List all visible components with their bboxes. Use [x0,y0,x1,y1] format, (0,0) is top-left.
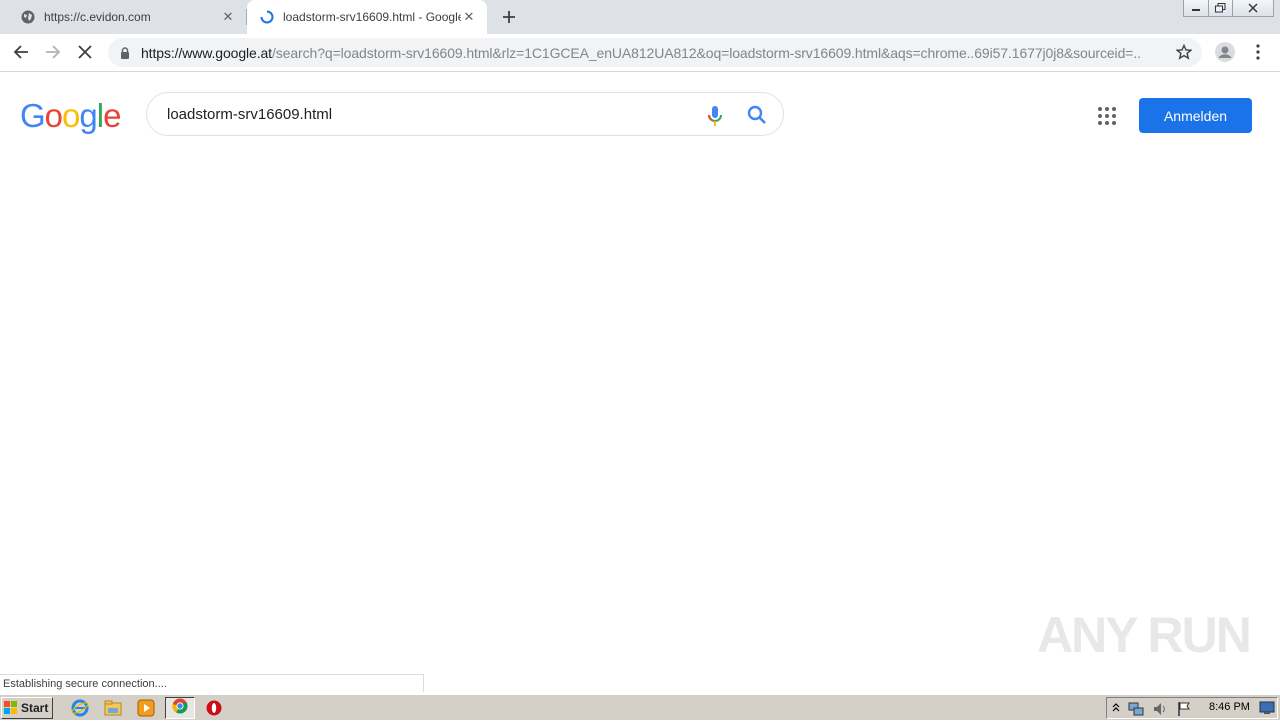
tab-title: https://c.evidon.com [44,10,151,24]
close-icon[interactable]: ✕ [220,9,236,25]
tab-google-search[interactable]: loadstorm-srv16609.html - Google-S ✕ [247,0,487,34]
back-button[interactable] [9,40,33,64]
logo-letter: g [79,97,97,134]
logo-letter: e [103,97,121,134]
tab-evidon[interactable]: https://c.evidon.com ✕ [0,0,246,34]
tab-title: loadstorm-srv16609.html - Google-S [283,10,461,24]
close-icon[interactable]: ✕ [461,9,477,25]
volume-icon[interactable] [1152,701,1168,722]
tab-strip: https://c.evidon.com ✕ loadstorm-srv1660… [0,0,1280,34]
url-host: https://www.google.at [141,45,272,61]
show-desktop-icon[interactable] [1259,701,1275,720]
logo-letter: o [44,97,63,134]
sign-in-button[interactable]: Anmelden [1139,98,1252,133]
microphone-icon[interactable] [707,105,723,132]
menu-kebab-icon[interactable] [1246,40,1270,64]
taskbar-clock: 8:46 PM [1209,701,1250,713]
close-window-button[interactable] [1232,0,1274,17]
logo-letter: o [62,97,80,134]
stop-loading-button[interactable] [73,40,97,64]
network-icon[interactable] [1128,701,1144,722]
new-tab-button[interactable] [498,6,520,28]
restore-button[interactable] [1208,0,1233,17]
chrome-icon [172,698,188,719]
google-apps-icon[interactable] [1097,106,1117,126]
lock-icon[interactable] [120,46,130,64]
windows-taskbar: Start 8:46 PM [0,694,1280,720]
url-path: /search?q=loadstorm-srv16609.html&rlz=1C… [271,45,1141,61]
loading-spinner-icon [259,9,275,25]
opera-icon[interactable] [204,698,224,718]
search-icon[interactable] [747,105,767,130]
chrome-taskbar-button[interactable] [165,697,195,719]
system-tray [1106,697,1278,719]
globe-icon [20,9,36,25]
status-bubble: Establishing secure connection.... [0,674,424,692]
windows-logo-icon [4,701,18,715]
address-bar[interactable]: https://www.google.at/search?q=loadstorm… [108,38,1202,67]
minimize-button[interactable] [1183,0,1209,17]
forward-button[interactable] [41,40,65,64]
file-explorer-icon[interactable] [103,698,123,718]
show-hidden-icons-icon[interactable] [1111,701,1121,720]
profile-avatar-icon[interactable] [1213,40,1237,64]
bookmark-star-icon[interactable] [1175,43,1193,65]
logo-letter: G [20,97,46,134]
start-button[interactable]: Start [1,697,53,719]
start-label: Start [21,701,49,715]
google-logo[interactable]: Google [20,97,121,135]
media-player-icon[interactable] [136,698,156,718]
internet-explorer-icon[interactable] [70,698,90,718]
anyrun-watermark: ANY RUN [1037,607,1252,663]
search-query-text[interactable]: loadstorm-srv16609.html [167,106,332,123]
action-center-flag-icon[interactable] [1176,701,1192,722]
url-text[interactable]: https://www.google.at/search?q=loadstorm… [141,45,1141,61]
search-input[interactable]: loadstorm-srv16609.html [146,92,784,136]
browser-toolbar: https://www.google.at/search?q=loadstorm… [0,34,1280,72]
